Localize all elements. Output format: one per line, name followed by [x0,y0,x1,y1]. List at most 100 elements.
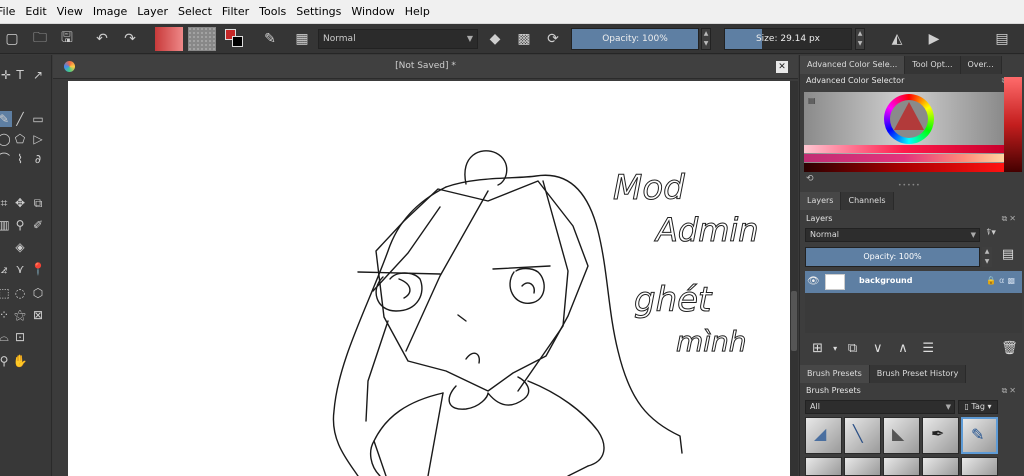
color-history-strip[interactable] [1004,77,1022,172]
tab-brush-presets[interactable]: Brush Presets [800,365,870,383]
measure-tool-icon[interactable]: ⦨ [0,261,12,277]
move-layer-down-icon[interactable]: ∨ [865,341,890,356]
layer-blend-select[interactable]: Normal ▼ [805,228,980,242]
color-bar-2[interactable] [804,154,1004,162]
tag-button[interactable]: ▯ Tag ▾ [958,400,998,414]
assistant-tool-icon[interactable]: ⋎ [12,261,28,277]
magic-wand-tool-icon[interactable]: ⚝ [12,307,28,323]
brush-preset-pen[interactable]: ╲ [844,417,881,454]
background-color[interactable] [232,36,243,47]
eye-icon[interactable]: 👁 [807,276,820,287]
rectangle-tool-icon[interactable]: ▭ [30,111,46,127]
preset-filter-select[interactable]: All ▼ [805,400,955,414]
layer-properties-icon[interactable]: ▤ [997,247,1019,267]
bezier-tool-icon[interactable]: ⌒ [0,151,12,167]
tab-tool-opt[interactable]: Tool Opt... [905,56,961,74]
polygon-tool-icon[interactable]: ⬠ [12,131,28,147]
line-tool-icon[interactable]: ╱ [12,111,28,127]
menu-view[interactable]: View [52,0,88,24]
dynamic-brush-tool-icon[interactable]: ∂ [30,151,46,167]
menu-help[interactable]: Help [400,0,435,24]
advanced-color-selector[interactable]: ▤ [804,92,1004,172]
zoom-tool-icon[interactable]: ⚲ [0,353,12,369]
brush-preset-ink[interactable]: ✒ [922,417,959,454]
brush-preset-row2-5[interactable] [961,457,998,476]
menu-image[interactable]: Image [88,0,132,24]
blend-mode-select[interactable]: Normal ▼ [318,29,478,49]
menu-edit[interactable]: Edit [20,0,51,24]
brush-preset-row2-1[interactable] [805,457,842,476]
color-refresh-icon[interactable]: ⟲ [806,174,814,184]
transform-layer-tool-icon[interactable]: ⧉ [30,195,46,211]
menu-window[interactable]: Window [346,0,399,24]
layer-opacity-spinner[interactable]: ▲ ▼ [982,247,992,267]
add-layer-icon[interactable]: ⊞ [805,341,830,356]
color-bar-1[interactable] [804,145,1004,153]
gradient-swatch[interactable] [155,27,183,51]
color-bar-3[interactable] [804,163,1004,172]
layers-float-close-icon[interactable]: ⧉✕ [1002,214,1018,224]
rect-select-tool-icon[interactable]: ⬚ [0,285,12,301]
menu-tools[interactable]: Tools [254,0,291,24]
duplicate-layer-icon[interactable]: ⧉ [840,341,865,356]
fill-tool-icon[interactable]: ◈ [12,239,28,255]
ellipse-select-tool-icon[interactable]: ◌ [12,285,28,301]
new-document-icon[interactable]: ▢ [0,27,24,51]
redo-icon[interactable]: ↷ [118,27,142,51]
brush-preset-row2-4[interactable] [922,457,959,476]
color-menu-icon[interactable]: ▤ [808,96,816,105]
mirror-vertical-icon[interactable]: ▶ [922,27,946,51]
tab-over[interactable]: Over... [960,56,1002,74]
size-slider[interactable]: Size: 29.14 px [724,28,852,50]
filter-icon[interactable]: ⍒▾ [986,228,996,238]
size-spinner[interactable]: ▲ ▼ [855,28,865,50]
crop-tool-icon[interactable]: ⌗ [0,195,12,211]
eraser-icon[interactable]: ◆ [483,27,507,51]
bezier-select-tool-icon[interactable]: ⌓ [0,329,12,345]
move-tool-icon[interactable]: ✥ [12,195,28,211]
contiguous-select-tool-icon[interactable]: ⁘ [0,307,12,323]
polygon-select-tool-icon[interactable]: ⬡ [30,285,46,301]
brush-preset-selected[interactable]: ✎ [961,417,998,454]
docker-toggle-icon[interactable]: ▤ [990,27,1014,51]
tab-layers[interactable]: Layers [800,192,842,210]
brush-preset-eraser[interactable]: ◢ [805,417,842,454]
presets-float-close-icon[interactable]: ⧉✕ [1002,386,1018,396]
polyline-tool-icon[interactable]: ▷ [30,131,46,147]
save-document-icon[interactable]: 🖫 [55,27,79,51]
tab-channels[interactable]: Channels [841,192,894,210]
reference-tool-icon[interactable]: 📍 [30,261,46,277]
brush-preset-row2-2[interactable] [844,457,881,476]
menu-settings[interactable]: Settings [291,0,346,24]
move-layer-up-icon[interactable]: ∧ [890,341,915,356]
opacity-spinner[interactable]: ▲ ▼ [701,28,711,50]
layer-row-background[interactable]: 👁 background 🔒α▩ [805,271,1022,293]
layer-lock-icons[interactable]: 🔒α▩ [986,276,1018,285]
undo-icon[interactable]: ↶ [90,27,114,51]
tab-advanced-color-sele[interactable]: Advanced Color Sele... [800,56,906,74]
color-picker-tool-icon[interactable]: ⚲ [12,217,28,233]
scrollbar-thumb[interactable] [791,291,797,351]
chevron-down-icon[interactable]: ▾ [830,344,840,353]
canvas-scrollbar[interactable] [790,81,798,476]
freehand-path-tool-icon[interactable]: ⌇ [12,151,28,167]
gradient-tool-icon[interactable]: ▥ [0,217,12,233]
saturation-triangle[interactable] [894,102,924,130]
pan-tool-icon[interactable]: ✋ [12,353,28,369]
brush-preset-row2-3[interactable] [883,457,920,476]
brush-preset-icon[interactable]: ✎ [258,27,282,51]
opacity-slider[interactable]: Opacity: 100% [571,28,699,50]
pattern-swatch[interactable] [188,27,216,51]
close-document-button[interactable]: ✕ [776,61,788,73]
open-document-icon[interactable]: 🗀 [28,27,52,51]
brush-preset-marker[interactable]: ◣ [883,417,920,454]
dock-grip[interactable]: ••••• [898,182,920,189]
color-swatches-icon[interactable] [222,27,246,51]
reload-preset-icon[interactable]: ⟳ [541,27,565,51]
drawing-canvas[interactable]: Mod Admin ghét mình [68,81,790,476]
calligraphy-tool-icon[interactable]: ↗ [30,67,46,83]
text-tool-icon[interactable]: T [12,67,28,83]
menu-file[interactable]: File [0,0,20,24]
menu-filter[interactable]: Filter [217,0,254,24]
mirror-horizontal-icon[interactable]: ◭ [885,27,909,51]
